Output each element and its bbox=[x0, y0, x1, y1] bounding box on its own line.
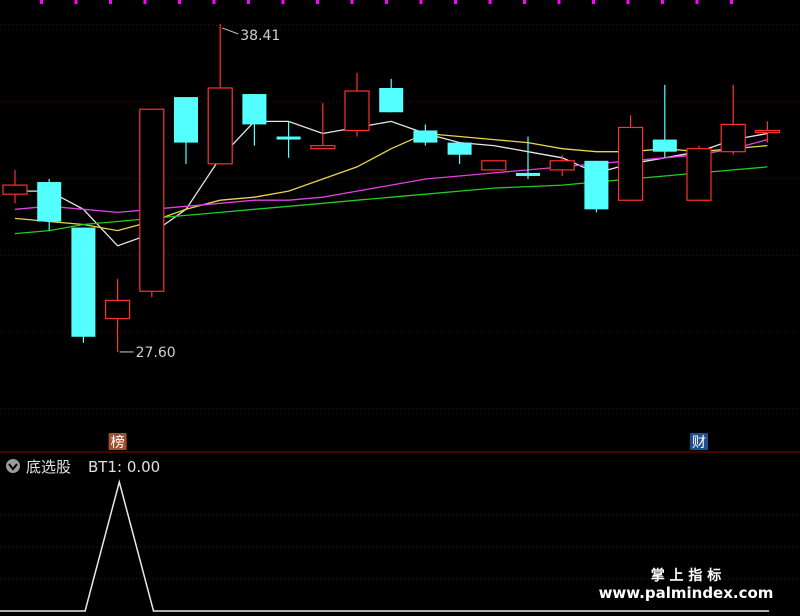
candle-body bbox=[71, 227, 96, 337]
top-tick bbox=[212, 0, 216, 4]
candle-body bbox=[104, 299, 131, 320]
event-marker-text: 财 bbox=[692, 435, 706, 451]
candle bbox=[481, 160, 507, 171]
top-tick bbox=[454, 0, 457, 4]
candle-body bbox=[754, 129, 781, 134]
high-price-label: 38.41 bbox=[240, 28, 280, 44]
top-tick bbox=[523, 0, 526, 4]
event-marker-1[interactable]: 财 bbox=[690, 433, 708, 451]
candle-body bbox=[242, 94, 267, 125]
top-tick bbox=[488, 0, 492, 4]
watermark-top: 掌 上 指 标 bbox=[651, 567, 722, 584]
top-tick bbox=[350, 0, 354, 4]
event-marker-text: 榜 bbox=[111, 434, 125, 451]
top-tick bbox=[143, 0, 147, 4]
candle-body bbox=[549, 160, 575, 171]
top-tick bbox=[316, 0, 319, 4]
candle-body bbox=[379, 87, 404, 113]
candle-body bbox=[481, 160, 507, 171]
candle-body bbox=[139, 108, 165, 292]
candle-body bbox=[617, 126, 644, 201]
candle-body bbox=[276, 136, 301, 140]
stock-chart: 38.41 27.60 榜 财 底选股 BT1: 0.00 掌 上 指 标 www.… bbox=[0, 0, 800, 616]
top-tick bbox=[178, 0, 181, 4]
top-tick bbox=[695, 0, 699, 4]
top-tick bbox=[247, 0, 250, 4]
chevron-down-icon[interactable] bbox=[6, 459, 20, 473]
top-tick bbox=[730, 0, 733, 4]
candle-body bbox=[413, 130, 438, 143]
candle-body bbox=[310, 145, 336, 150]
event-marker-0[interactable]: 榜 bbox=[108, 433, 127, 451]
candle bbox=[686, 145, 712, 201]
top-tick bbox=[419, 0, 423, 4]
top-tick bbox=[385, 0, 388, 4]
candle-body bbox=[652, 139, 677, 152]
candle bbox=[584, 160, 609, 213]
low-price-label: 27.60 bbox=[136, 345, 176, 361]
candle-body bbox=[37, 182, 62, 222]
candle bbox=[71, 227, 96, 343]
top-tick bbox=[661, 0, 664, 4]
indicator-name: 底选股 bbox=[26, 458, 71, 476]
candle-body bbox=[2, 184, 28, 195]
indicator-series-label: BT1: 0.00 bbox=[88, 458, 160, 476]
candle-body bbox=[207, 87, 233, 165]
top-tick bbox=[40, 0, 43, 4]
candle-body bbox=[447, 142, 472, 155]
candle bbox=[617, 115, 644, 201]
top-tick bbox=[74, 0, 78, 4]
candle-body bbox=[584, 160, 609, 210]
candle-body bbox=[344, 90, 370, 132]
top-tick bbox=[557, 0, 561, 4]
candle-body bbox=[720, 123, 746, 153]
top-tick bbox=[626, 0, 630, 4]
top-tick bbox=[281, 0, 285, 4]
top-tick bbox=[109, 0, 112, 4]
candle-body bbox=[516, 172, 540, 176]
watermark-bottom: www.palmindex.com bbox=[599, 584, 774, 602]
top-tick bbox=[592, 0, 595, 4]
candle-body bbox=[174, 97, 198, 143]
candle-body bbox=[686, 148, 712, 201]
candle bbox=[139, 108, 165, 298]
